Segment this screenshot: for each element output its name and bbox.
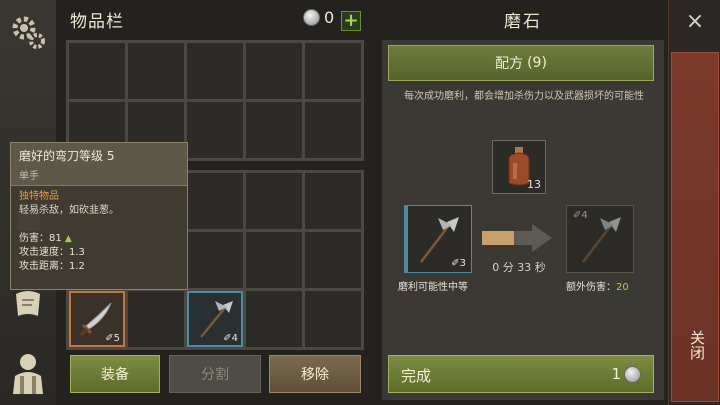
whetstone-title: 磨石 (504, 12, 542, 32)
inventory-slot[interactable] (246, 173, 302, 229)
split-button[interactable]: 分割 (169, 355, 261, 393)
flavor-text: 轻易杀敌，如砍韭葱。 (19, 205, 119, 216)
halberd-icon (420, 217, 459, 263)
item-count: ✐5 (105, 333, 120, 344)
inventory-slot[interactable] (128, 43, 184, 99)
coin-count: 0 (324, 8, 335, 27)
inventory-slot[interactable] (305, 102, 361, 158)
recipe-count: (9) (527, 55, 547, 71)
tooltip-title: 磨好的弯刀等级 5 (19, 149, 115, 163)
input-weapon-slot[interactable]: ✐3 (404, 205, 472, 273)
inventory-slot-sword[interactable]: ✐5 (69, 291, 125, 347)
sharpen-chance-text: 磨利可能性中等 (398, 282, 468, 293)
remove-button[interactable]: 移除 (269, 355, 361, 393)
inventory-slot[interactable] (246, 102, 302, 158)
settings-gear-icon[interactable] (4, 8, 52, 56)
inventory-slot[interactable] (305, 173, 361, 229)
inventory-slot[interactable] (187, 102, 243, 158)
craft-timer: 0 分 33 秒 (492, 261, 546, 274)
stat-up-arrow-icon: ▲ (64, 234, 72, 244)
close-label: 关闭 (688, 330, 706, 360)
inventory-slot[interactable] (305, 291, 361, 347)
character-icon[interactable] (4, 348, 52, 396)
extra-damage-text: 额外伤害：20 (566, 282, 629, 293)
inventory-slot[interactable] (246, 232, 302, 288)
item-count: ✐4 (223, 333, 238, 344)
inventory-slot[interactable] (69, 43, 125, 99)
tooltip-header: 磨好的弯刀等级 5 单手 (11, 143, 187, 186)
inventory-slot[interactable] (246, 43, 302, 99)
equip-button[interactable]: 装备 (70, 355, 160, 393)
material-slot[interactable]: 13 (492, 140, 546, 194)
inventory-slot-halberd[interactable]: ✐4 (187, 291, 243, 347)
recipe-button[interactable]: 配方 (9) (388, 45, 654, 81)
inventory-slot[interactable] (246, 291, 302, 347)
inventory-slot[interactable] (305, 43, 361, 99)
attack-speed-stat: 攻击速度：1.3 (19, 247, 85, 258)
coin-counter: 0 (303, 8, 334, 27)
craft-progress-arrow-icon (482, 224, 552, 252)
tooltip-subtitle: 单手 (19, 171, 39, 182)
damage-stat: 伤害：81 ▲ (19, 233, 72, 244)
inventory-slot[interactable] (187, 43, 243, 99)
material-count: 13 (527, 178, 541, 191)
inventory-slot[interactable] (187, 173, 243, 229)
inventory-slot[interactable] (128, 291, 184, 347)
halberd-icon (582, 217, 621, 263)
close-x-icon[interactable]: × (684, 11, 706, 34)
recipe-label: 配方 (495, 56, 524, 72)
attack-range-stat: 攻击距离：1.2 (19, 261, 85, 272)
inventory-slot[interactable] (305, 232, 361, 288)
unique-item-label: 独特物品 (19, 191, 59, 202)
item-tooltip: 磨好的弯刀等级 5 单手 独特物品 轻易杀敌，如砍韭葱。 伤害：81 ▲ 攻击速… (10, 142, 188, 290)
tooltip-body: 独特物品 轻易杀敌，如砍韭葱。 伤害：81 ▲ 攻击速度：1.3 攻击距离：1.… (11, 186, 187, 278)
complete-label: 完成 (401, 367, 432, 385)
input-count: ✐3 (451, 258, 466, 269)
output-weapon-slot: ✐4 (566, 205, 634, 273)
add-coins-button[interactable]: + (341, 11, 361, 31)
inventory-slot[interactable] (187, 232, 243, 288)
coin-icon (624, 365, 641, 383)
coin-icon (303, 9, 320, 26)
complete-cost: 1 (611, 365, 641, 383)
complete-button[interactable]: 完成 1 (388, 355, 654, 393)
inventory-title: 物品栏 (70, 12, 124, 32)
whetstone-description: 每次成功磨利，都会增加杀伤力以及武器损坏的可能性 (404, 91, 644, 102)
